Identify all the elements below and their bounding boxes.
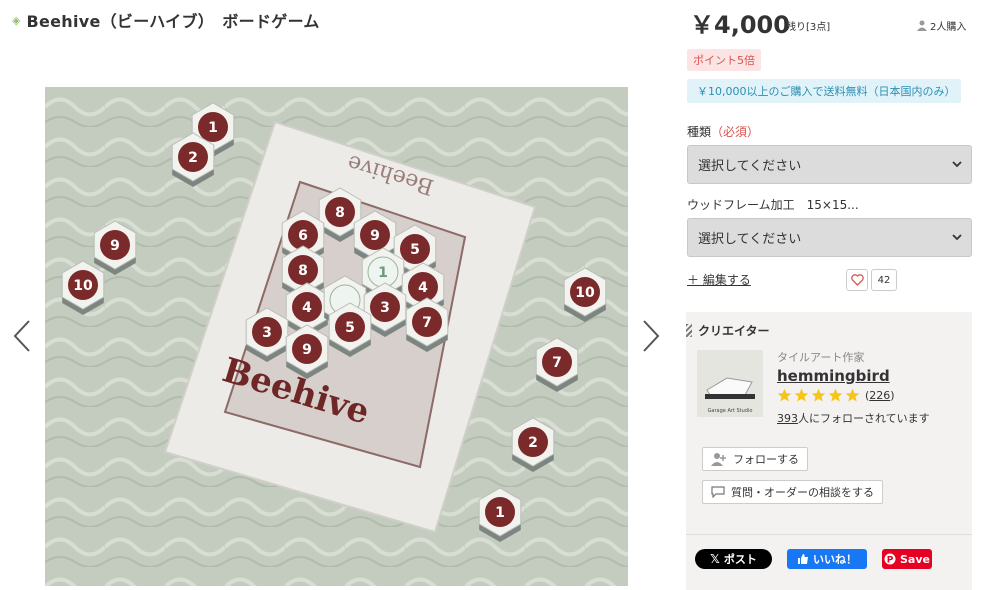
kind-select[interactable]: 選択してください: [687, 145, 972, 184]
svg-text:2: 2: [528, 435, 538, 451]
edit-link[interactable]: ＋ 編集する: [687, 271, 751, 288]
svg-text:1: 1: [208, 120, 218, 136]
stock-count: 残り[3点]: [786, 22, 831, 33]
game-tiles: 12910 1072186 958 144 37395: [61, 102, 607, 542]
heart-icon: [850, 274, 864, 286]
star-icon: [777, 388, 792, 402]
avatar-label: Garage Art Studio: [708, 408, 753, 414]
kind-select-value: 選択してください: [698, 159, 802, 174]
buyers-count: 2人購入: [917, 18, 966, 33]
svg-text:7: 7: [552, 355, 562, 371]
person-icon: [917, 20, 927, 31]
next-image-button[interactable]: [640, 318, 662, 354]
hex-tile: 10: [61, 260, 105, 315]
rating-stars: (226): [777, 388, 895, 403]
favorite-count: 42: [871, 269, 897, 291]
chat-icon: [711, 486, 725, 498]
frame-select[interactable]: 選択してください: [687, 218, 972, 257]
frame-label: ウッドフレーム加工 15×15...: [687, 198, 859, 212]
hex-tile: 5: [328, 302, 372, 357]
svg-text:9: 9: [110, 238, 120, 254]
star-icon: [811, 388, 826, 402]
svg-text:10: 10: [575, 285, 595, 301]
thumbs-up-icon: [798, 554, 808, 564]
price: ￥4,000: [690, 11, 790, 39]
diamond-icon: ◈: [12, 13, 21, 27]
shipping-badge: ￥10,000以上のご購入で送料無料（日本国内のみ）: [687, 79, 961, 103]
share-facebook-button[interactable]: いいね！: [787, 549, 867, 569]
hex-tile: 7: [405, 297, 449, 352]
points-badge: ポイント5倍: [687, 49, 761, 71]
avatar-image: Garage Art Studio: [697, 350, 763, 417]
svg-text:8: 8: [298, 263, 308, 279]
svg-text:3: 3: [380, 300, 390, 316]
svg-text:1: 1: [378, 265, 388, 281]
svg-text:P: P: [887, 556, 894, 566]
inquiry-button[interactable]: 質問・オーダーの相談をする: [702, 480, 883, 504]
chevron-down-icon: [952, 161, 962, 168]
hex-tile: 2: [511, 417, 555, 472]
star-icon: [828, 388, 843, 402]
product-image[interactable]: Beehive Beehive 1 2 9 10 10 7 2 1 8 6 9 5 8 1 4 4 3 7 3 9 5: [45, 87, 628, 586]
review-count[interactable]: (226): [865, 389, 895, 402]
follow-button[interactable]: フォローする: [702, 447, 808, 471]
favorite-button[interactable]: [846, 269, 868, 291]
title-row: ◈ Beehive（ビーハイブ） ボードゲーム: [12, 8, 320, 32]
hex-tile: 3: [245, 307, 289, 362]
svg-text:10: 10: [73, 278, 93, 294]
buyers-label: 2人購入: [930, 22, 967, 33]
pinterest-icon: P: [884, 553, 896, 565]
product-title: Beehive（ビーハイブ） ボードゲーム: [26, 12, 320, 31]
svg-text:3: 3: [262, 325, 272, 341]
hex-tile: 7: [535, 337, 579, 392]
creator-name[interactable]: hemmingbird: [777, 367, 890, 385]
required-mark: （必須）: [711, 125, 760, 139]
svg-text:7: 7: [422, 315, 432, 331]
svg-text:9: 9: [370, 228, 380, 244]
star-icon: [845, 388, 860, 402]
hex-tile: 9: [93, 220, 137, 275]
star-icon: [794, 388, 809, 402]
chevron-left-icon: [13, 320, 30, 352]
hex-tile: 10: [563, 267, 607, 322]
svg-text:1: 1: [495, 505, 505, 521]
star-row: [777, 388, 860, 403]
stripe-icon: [686, 324, 692, 337]
svg-text:5: 5: [345, 320, 355, 336]
add-user-icon: [711, 453, 726, 466]
hex-tile: 2: [171, 132, 215, 187]
svg-text:4: 4: [302, 300, 312, 316]
followers-count[interactable]: 393: [777, 412, 798, 425]
x-logo-icon: 𝕏: [710, 552, 720, 566]
kind-label: 種類（必須）: [687, 125, 760, 139]
svg-text:4: 4: [418, 280, 428, 296]
share-x-button[interactable]: 𝕏 ポスト: [695, 549, 772, 569]
svg-text:8: 8: [335, 205, 345, 221]
creator-role: タイルアート作家: [777, 351, 865, 364]
creator-heading: クリエイター: [686, 322, 770, 339]
share-pinterest-button[interactable]: P Save: [882, 549, 932, 569]
chevron-right-icon: [643, 320, 660, 352]
svg-text:9: 9: [302, 342, 312, 358]
divider: [686, 534, 972, 535]
followers-text: 393人にフォローされています: [777, 412, 930, 425]
frame-select-value: 選択してください: [698, 232, 802, 247]
chevron-down-icon: [952, 234, 962, 241]
svg-text:6: 6: [298, 228, 308, 244]
prev-image-button[interactable]: [11, 318, 33, 354]
svg-text:2: 2: [188, 150, 198, 166]
hex-tile: 9: [285, 324, 329, 379]
avatar[interactable]: Garage Art Studio: [697, 350, 763, 417]
hex-tile: 1: [478, 487, 522, 542]
svg-text:5: 5: [410, 242, 420, 258]
